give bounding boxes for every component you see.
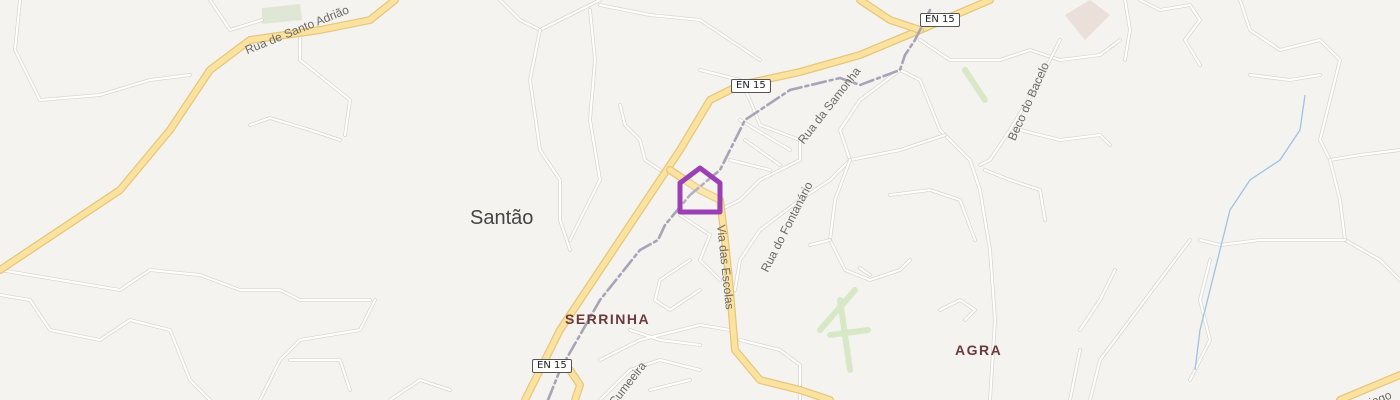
road-shield-en15: EN 15: [731, 79, 771, 93]
road-shield-en15: EN 15: [532, 359, 572, 373]
boundary-line: [546, 8, 932, 400]
streams: [1194, 94, 1306, 371]
road-shield-en15: EN 15: [920, 13, 960, 27]
map-base: [0, 0, 1400, 400]
map-canvas[interactable]: Santão SERRINHA AGRA Rua de Santo Adrião…: [0, 0, 1400, 400]
